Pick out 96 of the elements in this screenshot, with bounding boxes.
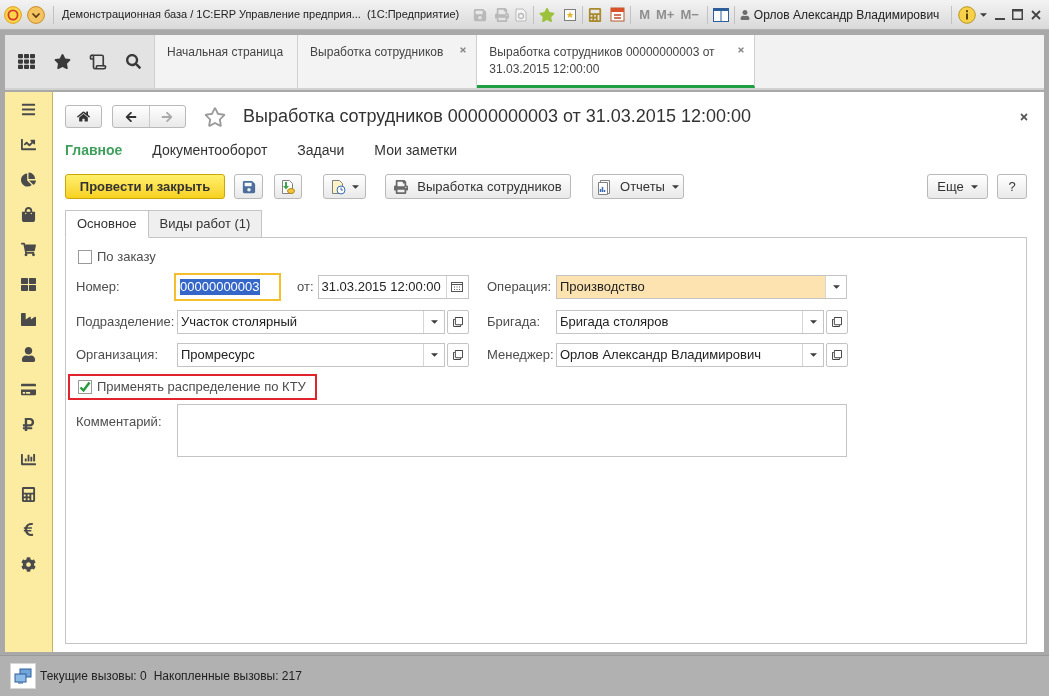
reports-button[interactable]: Отчеты <box>592 174 684 199</box>
select-field[interactable]: Бригада столяров <box>556 310 824 334</box>
select-field[interactable]: Промресурс <box>177 343 445 367</box>
maximize-icon[interactable] <box>1012 9 1024 20</box>
save-icon <box>241 179 256 194</box>
open-window-icon <box>453 317 463 327</box>
close-icon[interactable] <box>737 46 746 54</box>
menu-icon[interactable] <box>21 102 36 117</box>
line-chart-icon[interactable] <box>21 137 36 152</box>
caret-icon <box>671 184 679 189</box>
select-field[interactable]: Участок столярный <box>177 310 445 334</box>
status-text: Накопленные вызовы: 217 <box>153 668 302 685</box>
open-button[interactable] <box>826 343 848 367</box>
open-window-icon <box>453 350 463 360</box>
status-text: Текущие вызовы: 0 <box>40 668 147 685</box>
open-window-icon <box>832 350 842 360</box>
caret-icon <box>970 184 978 189</box>
date-field[interactable]: 31.03.2015 12:00:00 <box>317 275 469 299</box>
app-logo-icon[interactable] <box>4 5 22 24</box>
help-button[interactable]: ? <box>997 174 1027 199</box>
window-tab[interactable]: Выработка сотрудников 00000000003 от 31.03.2015 12:00:00 <box>477 35 756 88</box>
user-name[interactable]: Орлов Александр Владимирович <box>753 5 940 24</box>
factory-icon[interactable] <box>21 312 36 327</box>
caret-icon <box>980 12 988 17</box>
network-icon[interactable] <box>10 663 36 689</box>
home-icon <box>77 110 90 123</box>
checkbox[interactable] <box>78 250 92 264</box>
field-label: Менеджер: <box>487 346 555 365</box>
user-icon <box>739 9 750 20</box>
more-button[interactable]: Еще <box>927 174 988 199</box>
caret-icon <box>352 184 359 189</box>
close-icon[interactable] <box>1031 9 1042 20</box>
caret-icon <box>430 320 438 324</box>
section-link[interactable]: Документооборот <box>152 139 268 161</box>
form-title: Выработка сотрудников 00000000003 от 31.03.2015 12:00:00 <box>243 105 751 128</box>
scroll-icon[interactable] <box>89 52 108 71</box>
calendar-icon[interactable] <box>610 7 626 22</box>
panels-icon[interactable] <box>712 7 729 22</box>
ruble-sign-icon[interactable] <box>21 417 36 432</box>
save-button[interactable] <box>234 174 263 199</box>
form-tab[interactable]: Основное <box>65 210 149 238</box>
shopping-cart-icon[interactable] <box>21 242 36 257</box>
star-icon[interactable] <box>53 53 71 70</box>
caret-icon <box>809 320 817 324</box>
checkmark-icon <box>79 381 91 393</box>
print-button[interactable]: Выработка сотрудников <box>385 174 571 199</box>
create-based-on-button[interactable] <box>323 174 366 199</box>
checkbox[interactable] <box>78 380 92 394</box>
home-button[interactable] <box>65 105 102 128</box>
apps-grid-icon[interactable] <box>18 53 36 70</box>
select-field[interactable]: Орлов Александр Владимирович <box>556 343 824 367</box>
open-window-icon <box>832 317 842 327</box>
select-field[interactable]: Производство <box>556 275 847 299</box>
form-tab[interactable]: Виды работ (1) <box>147 210 263 238</box>
person-icon[interactable] <box>21 347 36 362</box>
calendar-icon[interactable] <box>451 282 463 292</box>
star-icon[interactable] <box>539 6 556 23</box>
post-button[interactable] <box>274 174 302 199</box>
caret-icon <box>832 285 840 289</box>
open-button[interactable] <box>447 310 469 334</box>
forward-arrow-icon <box>161 110 174 123</box>
document-arrow-icon <box>280 178 296 195</box>
search-icon[interactable] <box>125 54 141 69</box>
bar-chart-icon[interactable] <box>21 452 36 467</box>
field-label: Комментарий: <box>76 414 162 429</box>
star-outline-icon[interactable] <box>204 105 226 128</box>
field-label: Номер: <box>76 278 121 297</box>
section-link[interactable]: Мои заметки <box>374 139 458 161</box>
grid-icon[interactable] <box>21 277 36 292</box>
caret-icon <box>809 353 817 357</box>
caret-icon <box>430 353 438 357</box>
shopping-bag-icon[interactable] <box>21 207 36 222</box>
printer-icon <box>394 179 409 194</box>
calculator-icon[interactable] <box>21 487 36 502</box>
window-title: Демонстрационная база / 1С:ERP Управление предприя... (1С:Предприятие) <box>62 7 460 23</box>
back-arrow-icon <box>124 110 137 123</box>
dropdown-circle-icon[interactable] <box>27 5 45 24</box>
open-button[interactable] <box>447 343 469 367</box>
field-label: Подразделение: <box>76 313 176 332</box>
checkbox-label: Применять распределение по КТУ <box>97 378 306 397</box>
euro-sign-icon[interactable] <box>21 522 36 537</box>
document-clock-icon <box>330 178 346 195</box>
field-label: Операция: <box>487 278 553 297</box>
field-label: Организация: <box>76 346 160 365</box>
checkbox-label: По заказу <box>97 248 156 267</box>
pie-chart-icon[interactable] <box>21 172 36 187</box>
field-label: Бригада: <box>487 313 542 332</box>
close-icon[interactable] <box>1019 111 1029 122</box>
settings-icon[interactable] <box>21 557 36 572</box>
open-button[interactable] <box>826 310 848 334</box>
section-link[interactable]: Задачи <box>297 139 345 161</box>
info-icon[interactable] <box>958 5 977 24</box>
post-and-close-button[interactable]: Провести и закрыть <box>65 174 225 199</box>
credit-card-icon[interactable] <box>21 382 36 397</box>
field-label: от: <box>297 278 314 297</box>
number-field[interactable]: 00000000003 <box>174 273 281 301</box>
